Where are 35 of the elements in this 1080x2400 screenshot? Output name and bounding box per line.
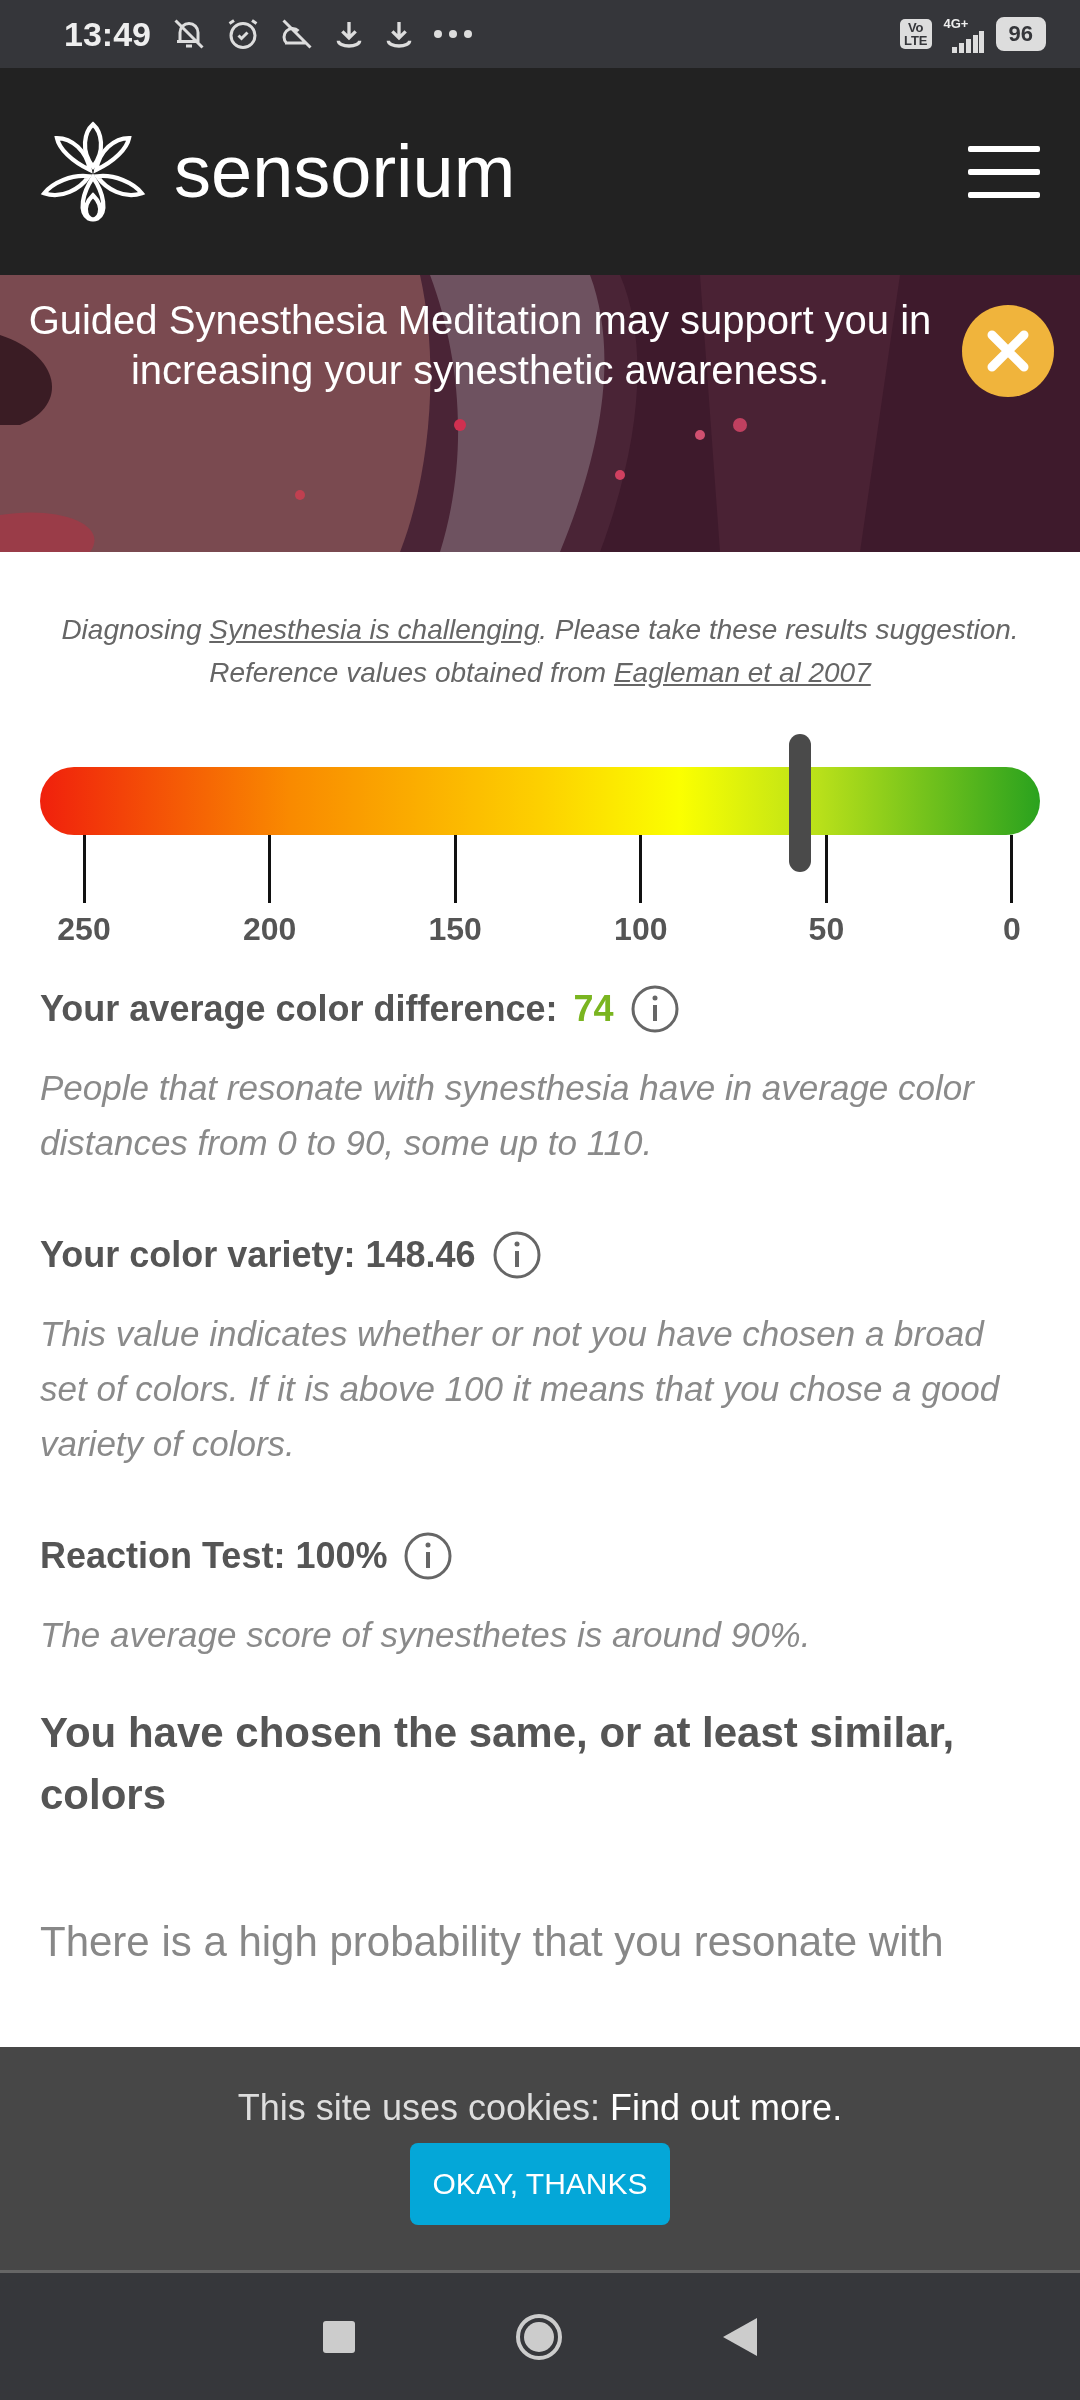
scale-label: 50 <box>808 911 845 948</box>
scale-label: 250 <box>57 911 111 948</box>
reference-link[interactable]: Eagleman et al 2007 <box>613 657 871 688</box>
scale-label: 200 <box>242 911 297 948</box>
home-icon[interactable] <box>515 2312 563 2361</box>
battery-level: 96 <box>995 17 1046 51</box>
scale-label: 0 <box>1003 911 1021 948</box>
disclaimer-text: Diagnosing Synesthesia is challenging. Please take these results suggestion. Reference values obtained from Eagleman et al 2007 <box>60 613 1020 690</box>
menu-icon[interactable] <box>968 145 1040 198</box>
info-icon[interactable] <box>491 1230 542 1280</box>
find-out-more-link[interactable]: Find out more. <box>610 2087 843 2128</box>
result-label: Your average color difference: <box>40 988 558 1030</box>
result-label: Your color variety: 148.46 <box>40 1234 476 1276</box>
volte-badge: Vo LTE <box>899 19 932 49</box>
network-type: 4G+ <box>943 15 969 31</box>
result-description: This value indicates whether or not you have chosen a broad set of colors. If it is above 100 it means that you chose a good variety of colors. <box>40 1313 1001 1465</box>
back-icon[interactable] <box>723 2317 757 2356</box>
site-logo[interactable]: sensorium <box>174 129 516 214</box>
result-description: The average score of synesthetes is around 90%. <box>40 1614 812 1656</box>
banner-text: Guided Synesthesia Meditation may support you in increasing your synesthetic awareness. <box>27 297 933 394</box>
scale-label: 150 <box>428 911 482 948</box>
close-icon <box>986 329 1030 373</box>
result-label: Reaction Test: 100% <box>40 1535 388 1577</box>
result-value: 74 <box>573 988 614 1030</box>
more-icon <box>432 29 473 39</box>
clock: 13:49 <box>64 14 151 54</box>
reference-link[interactable]: Synesthesia is challenging <box>209 614 540 645</box>
info-icon[interactable] <box>629 984 680 1034</box>
result-heading: You have chosen the same, or at least similar, colors <box>40 1708 956 1820</box>
recents-icon[interactable] <box>323 2320 355 2353</box>
cookie-text: This site uses cookies: <box>237 2087 600 2128</box>
info-icon[interactable] <box>403 1531 454 1581</box>
scale-label: 100 <box>614 911 668 948</box>
result-description: People that resonate with synesthesia have in average color distances from 0 to 90, some up to 110. <box>40 1067 976 1164</box>
result-text: There is a high probability that you resonate with <box>40 1918 945 1966</box>
